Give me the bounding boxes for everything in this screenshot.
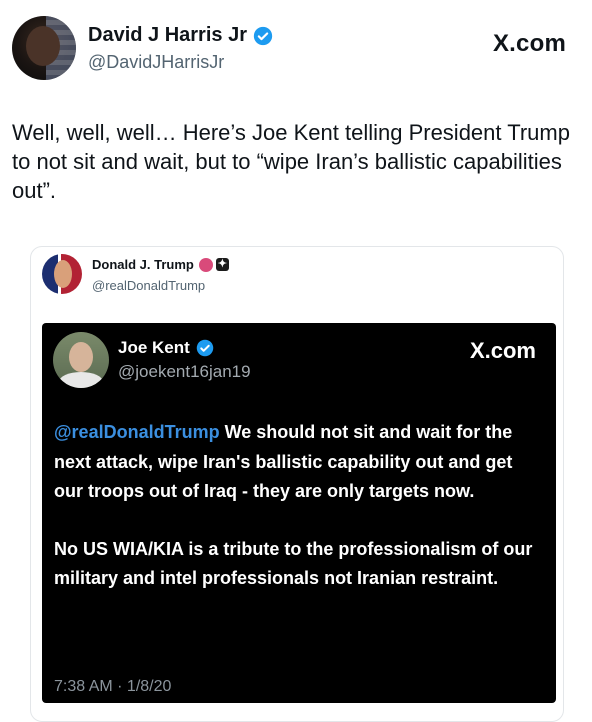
x-com-watermark: X.com	[469, 338, 536, 363]
avatar-shirt	[59, 372, 103, 388]
author-handle[interactable]: @DavidJHarrisJr	[88, 52, 224, 73]
screenshot-tweet-body: @realDonaldTrump We should not sit and w…	[54, 418, 546, 622]
mention-link: @realDonaldTrump	[54, 422, 220, 442]
verified-badge-icon	[253, 26, 273, 45]
avatar-face	[69, 342, 93, 372]
screenshot-paragraph-1: @realDonaldTrump We should not sit and w…	[54, 418, 546, 507]
avatar-donald-trump[interactable]	[42, 254, 82, 294]
x-com-watermark: X.com	[492, 30, 566, 57]
screenshot-author-name-row: Joe Kent	[118, 338, 214, 358]
verified-badge-icon	[196, 339, 214, 357]
avatar-face	[54, 260, 72, 288]
author-display-name[interactable]: David J Harris Jr	[88, 24, 247, 47]
avatar-joe-kent	[53, 332, 109, 388]
screenshot-timestamp: 7:38 AM · 1/8/20	[54, 678, 172, 695]
quoted-author-name-row[interactable]: Donald J. Trump ✦	[92, 257, 229, 272]
tweet-text: Well, well, well… Here’s Joe Kent tellin…	[12, 120, 570, 203]
quoted-author-display-name[interactable]: Donald J. Trump	[92, 257, 194, 272]
screenshot-paragraph-2: No US WIA/KIA is a tribute to the profes…	[54, 538, 533, 589]
pink-badge-icon	[198, 257, 213, 272]
screenshot-author-display-name: Joe Kent	[118, 338, 190, 357]
author-name-row[interactable]: David J Harris Jr	[88, 24, 273, 47]
avatar-face	[26, 26, 60, 66]
screenshot-author-handle: @joekent16jan19	[118, 362, 251, 381]
affiliate-badge-icon: ✦	[215, 258, 229, 271]
avatar-david-j-harris[interactable]	[12, 16, 76, 80]
quoted-author-handle[interactable]: @realDonaldTrump	[92, 278, 205, 293]
